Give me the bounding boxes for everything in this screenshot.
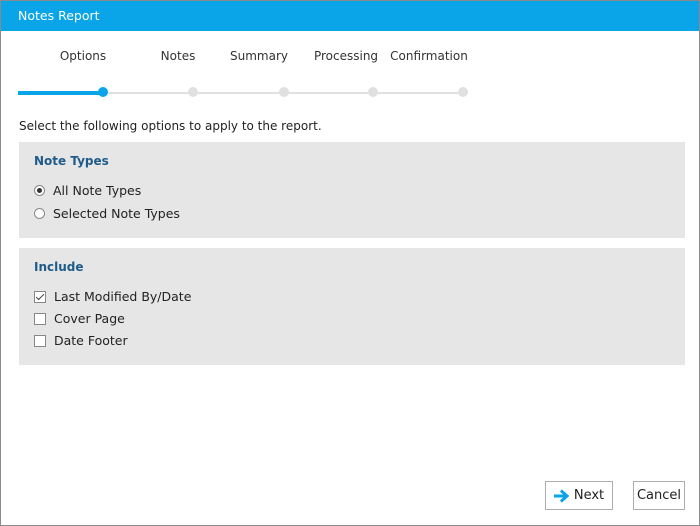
step-dot-confirmation — [458, 87, 468, 97]
step-dot-processing — [368, 87, 378, 97]
radio-unchecked-icon[interactable] — [34, 208, 45, 219]
checkbox-checked-icon[interactable] — [34, 290, 46, 303]
include-group: Include Last Modified By/Date Cover Page… — [19, 248, 685, 365]
radio-all-note-types-label: All Note Types — [53, 183, 142, 198]
next-button[interactable]: Next — [545, 481, 613, 510]
cancel-button-label: Cancel — [636, 488, 682, 503]
step-processing[interactable]: Processing — [314, 49, 378, 63]
intro-text: Select the following options to apply to… — [19, 119, 322, 133]
step-confirmation[interactable]: Confirmation — [390, 49, 468, 63]
checkbox-date-footer-label: Date Footer — [54, 333, 128, 348]
step-options[interactable]: Options — [60, 49, 106, 63]
step-summary[interactable]: Summary — [230, 49, 288, 63]
radio-checked-icon[interactable] — [34, 185, 45, 196]
radio-selected-note-types[interactable]: Selected Note Types — [34, 206, 180, 221]
checkbox-unchecked-icon[interactable] — [34, 334, 46, 347]
include-title: Include — [34, 260, 84, 274]
checkbox-last-modified-label: Last Modified By/Date — [54, 289, 192, 304]
window-title: Notes Report — [1, 1, 699, 31]
checkbox-cover-page[interactable]: Cover Page — [34, 311, 125, 326]
next-button-label: Next — [573, 488, 605, 503]
note-types-title: Note Types — [34, 154, 109, 168]
notes-report-dialog: Notes Report Options Notes Summary Proce… — [0, 0, 700, 526]
checkbox-last-modified[interactable]: Last Modified By/Date — [34, 289, 191, 304]
radio-selected-note-types-label: Selected Note Types — [53, 206, 180, 221]
wizard-stepper: Options Notes Summary Processing Confirm… — [1, 31, 699, 103]
checkbox-date-footer[interactable]: Date Footer — [34, 333, 128, 348]
checkbox-cover-page-label: Cover Page — [54, 311, 125, 326]
progress-fill — [18, 91, 104, 95]
cancel-button[interactable]: Cancel — [633, 481, 685, 510]
step-dot-options — [98, 87, 108, 97]
checkbox-unchecked-icon[interactable] — [34, 312, 46, 325]
arrow-right-icon — [553, 488, 570, 503]
step-notes[interactable]: Notes — [161, 49, 196, 63]
step-dot-notes — [188, 87, 198, 97]
note-types-group: Note Types All Note Types Selected Note … — [19, 142, 685, 238]
radio-all-note-types[interactable]: All Note Types — [34, 183, 141, 198]
step-dot-summary — [279, 87, 289, 97]
